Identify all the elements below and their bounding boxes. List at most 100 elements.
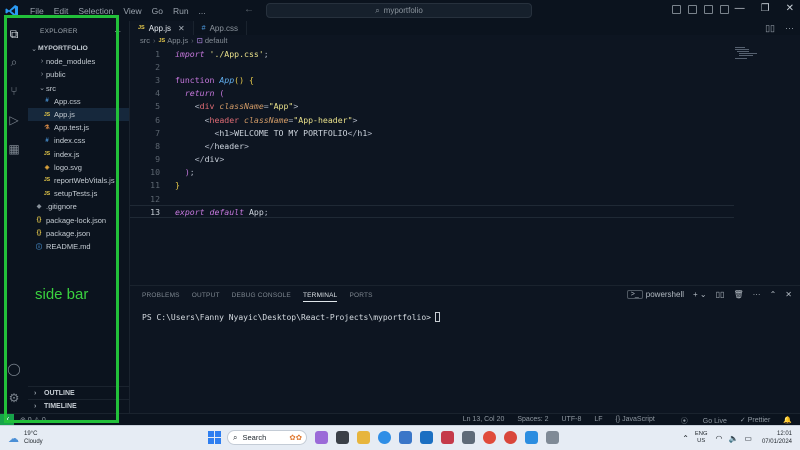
battery-icon[interactable]: ▭ <box>744 434 752 443</box>
more-actions-icon[interactable]: ··· <box>753 290 761 299</box>
split-editor-icon[interactable]: ▯▯ <box>765 23 775 34</box>
tab-app-js[interactable]: JS App.js ✕ <box>130 21 194 35</box>
task-view-icon[interactable] <box>336 431 349 444</box>
tree-file-gitignore[interactable]: ◆ .gitignore <box>28 200 129 213</box>
tab-terminal[interactable]: TERMINAL <box>302 292 338 302</box>
menu-go[interactable]: Go <box>152 6 163 16</box>
chrome-browser-icon[interactable] <box>483 431 496 444</box>
new-terminal-icon[interactable]: + ⌄ <box>693 290 707 299</box>
run-debug-icon[interactable]: ▷ <box>7 113 21 127</box>
account-icon[interactable]: ◯ <box>7 362 21 376</box>
settings-gear-icon[interactable]: ⚙ <box>7 391 21 405</box>
test-file-icon: ⚗ <box>44 125 50 132</box>
tab-ports[interactable]: PORTS <box>349 292 372 302</box>
tree-folder-src[interactable]: ⌄ src <box>28 82 129 95</box>
menu-run[interactable]: Run <box>173 6 189 16</box>
shell-name[interactable]: powershell <box>646 290 684 299</box>
tree-item-label: App.css <box>54 96 81 106</box>
tree-folder-node-modules[interactable]: › node_modules <box>28 55 129 68</box>
panel-actions: >_ powershell + ⌄ ▯▯ 🗑 ··· ⌃ ✕ <box>618 290 792 299</box>
back-arrow-icon[interactable]: ← <box>244 4 254 15</box>
snipping-app-icon[interactable] <box>462 431 475 444</box>
tree-file-package-json[interactable]: {} package.json <box>28 227 129 240</box>
tree-file-app-js[interactable]: JS App.js <box>28 107 129 122</box>
store-app-icon[interactable] <box>399 431 412 444</box>
activity-bar: ⧉ ⌕ ⑂ ▷ ▦ ◯ ⚙ <box>0 21 28 413</box>
tab-app-css[interactable]: # App.css <box>194 21 248 35</box>
monitor-app-icon[interactable] <box>420 431 433 444</box>
code-line: 3 function App() { <box>130 73 770 86</box>
menu-bar: File Edit Selection View Go Run ... <box>25 6 211 16</box>
outline-section[interactable]: › OUTLINE <box>28 386 129 399</box>
tree-file-index-css[interactable]: # index.css <box>28 134 129 147</box>
breadcrumb-file[interactable]: App.js <box>167 36 188 45</box>
close-panel-icon[interactable]: ✕ <box>785 290 792 299</box>
command-center-search[interactable]: ⌕ myportfolio <box>266 3 532 18</box>
menu-selection[interactable]: Selection <box>78 6 113 16</box>
extensions-icon[interactable]: ▦ <box>7 142 21 156</box>
tree-file-app-test-js[interactable]: ⚗ App.test.js <box>28 121 129 134</box>
windows-start-icon[interactable] <box>208 431 221 444</box>
line-number: 7 <box>155 127 160 138</box>
edge-browser-icon[interactable] <box>378 431 391 444</box>
tree-file-report-web-vitals[interactable]: JS reportWebVitals.js <box>28 174 129 187</box>
language-indicator[interactable]: ENG US <box>695 431 708 445</box>
tab-output[interactable]: OUTPUT <box>192 292 220 302</box>
terminal-prompt[interactable]: PS C:\Users\Fanny Nyayic\Desktop\React-P… <box>142 312 440 322</box>
tree-file-readme[interactable]: ⓘ README.md <box>28 240 129 253</box>
code-editor[interactable]: 1 import './App.css'; 2 3 function App()… <box>130 47 770 219</box>
tab-problems[interactable]: PROBLEMS <box>142 292 180 302</box>
source-control-icon[interactable]: ⑂ <box>7 84 21 98</box>
tree-file-index-js[interactable]: JS index.js <box>28 148 129 161</box>
tree-file-logo-svg[interactable]: ◈ logo.svg <box>28 161 129 174</box>
trash-icon[interactable]: 🗑 <box>733 290 743 299</box>
tree-item-label: index.css <box>54 136 86 146</box>
explorer-more-icon[interactable]: ... <box>114 25 121 34</box>
taskbar-search-label: Search <box>242 433 267 442</box>
toggle-sidebar-icon[interactable] <box>672 5 681 14</box>
breadcrumb-symbol[interactable]: default <box>205 36 228 45</box>
wifi-icon[interactable]: ◠ <box>715 434 722 443</box>
maximize-icon[interactable]: ❐ <box>761 3 770 14</box>
minimize-icon[interactable]: — <box>735 3 745 14</box>
weather-widget[interactable]: ☁ 19°C Cloudy <box>8 430 43 446</box>
tree-folder-public[interactable]: › public <box>28 68 129 81</box>
taskbar-search[interactable]: ⌕ Search ✿✿ <box>227 430 307 445</box>
line-number: 1 <box>155 48 160 59</box>
vscode-taskbar-icon[interactable] <box>525 431 538 444</box>
menu-file[interactable]: File <box>30 6 44 16</box>
toggle-panel-icon[interactable] <box>688 5 697 14</box>
tree-item-label: package-lock.json <box>46 215 107 225</box>
problems-count[interactable]: ⊗ 0 ⚠ 0 <box>20 416 46 424</box>
volume-icon[interactable]: 🔈 <box>728 434 738 443</box>
menu-edit[interactable]: Edit <box>54 6 69 16</box>
app-window-icon[interactable] <box>546 431 559 444</box>
split-terminal-icon[interactable]: ▯▯ <box>716 290 725 299</box>
more-actions-icon[interactable]: ··· <box>785 23 794 34</box>
tree-file-app-css[interactable]: # App.css <box>28 95 129 108</box>
tree-file-package-lock[interactable]: {} package-lock.json <box>28 213 129 226</box>
timeline-section[interactable]: › TIMELINE <box>28 399 129 412</box>
tree-file-setup-tests[interactable]: JS setupTests.js <box>28 187 129 200</box>
chrome-profile-icon[interactable] <box>504 431 517 444</box>
chevron-up-icon[interactable]: ⌃ <box>682 434 689 443</box>
tab-debug-console[interactable]: DEBUG CONSOLE <box>232 292 291 302</box>
explorer-icon[interactable]: ⧉ <box>7 27 21 41</box>
line-content: ); <box>175 167 195 177</box>
search-icon[interactable]: ⌕ <box>7 55 21 69</box>
maximize-panel-icon[interactable]: ⌃ <box>770 290 777 299</box>
toggle-secondary-sidebar-icon[interactable] <box>704 5 713 14</box>
breadcrumb-folder[interactable]: src <box>140 36 150 45</box>
tree-root[interactable]: ⌄ MYPORTFOLIO <box>28 42 129 55</box>
red-app-icon[interactable] <box>441 431 454 444</box>
close-icon[interactable]: ✕ <box>178 24 185 33</box>
file-explorer-icon[interactable] <box>357 431 370 444</box>
chat-app-icon[interactable] <box>315 431 328 444</box>
close-icon[interactable]: ✕ <box>786 3 794 14</box>
clock[interactable]: 12:01 07/01/2024 <box>762 430 792 446</box>
tree-item-label: setupTests.js <box>54 189 98 199</box>
tree-item-label: .gitignore <box>46 202 77 212</box>
menu-view[interactable]: View <box>123 6 141 16</box>
menu-more[interactable]: ... <box>199 6 206 16</box>
minimap[interactable] <box>734 46 758 60</box>
